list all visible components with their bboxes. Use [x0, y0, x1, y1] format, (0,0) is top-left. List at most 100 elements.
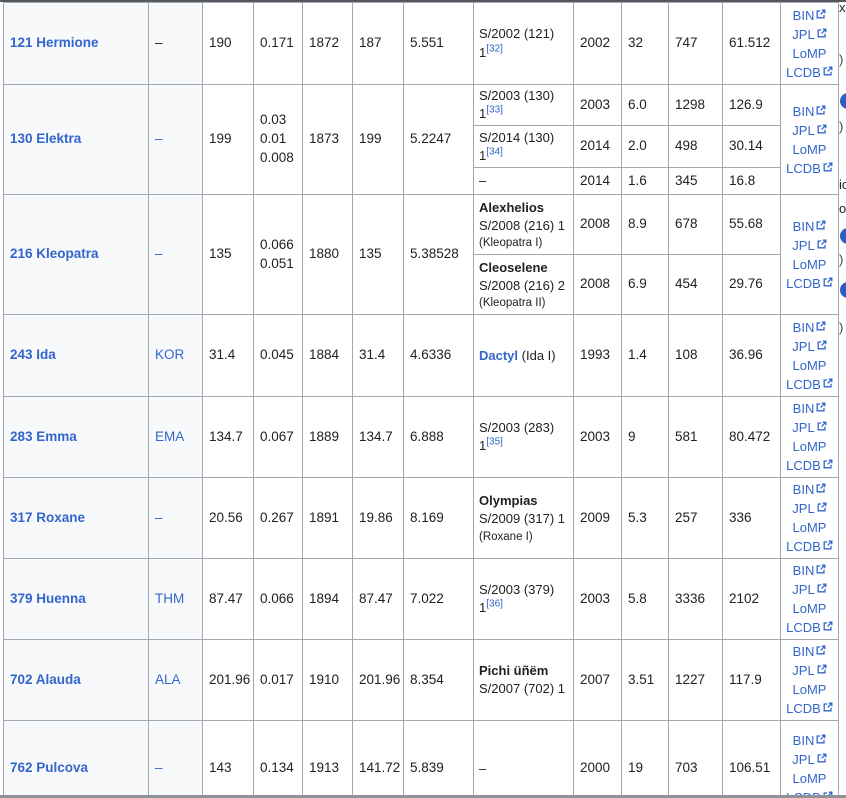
- cell-satellite-name: S/2014 (130) 1[34]: [474, 126, 574, 168]
- lomp-link[interactable]: LoMP: [793, 520, 827, 535]
- lomp-link[interactable]: LoMP: [793, 682, 827, 697]
- bin-link[interactable]: BIN: [793, 563, 827, 578]
- cell-family: –: [149, 478, 203, 559]
- lcdb-link[interactable]: LCDB: [786, 620, 833, 635]
- asteroid-link[interactable]: 216 Kleopatra: [10, 246, 99, 261]
- period-value: 4.6336: [410, 347, 451, 362]
- external-link-icon: [823, 66, 833, 76]
- diameter-value: 135: [209, 246, 232, 261]
- bin-link[interactable]: BIN: [793, 401, 827, 416]
- lcdb-link[interactable]: LCDB: [786, 377, 833, 392]
- bin-link[interactable]: BIN: [793, 104, 827, 119]
- year-value: 1884: [309, 347, 339, 362]
- cell-satellite-period: 30.14: [723, 126, 781, 168]
- family-value[interactable]: KOR: [155, 347, 184, 362]
- table-row: 283 Emma EMA 134.7 0.067 1889 134.7 6.88…: [4, 397, 839, 478]
- lcdb-link[interactable]: LCDB: [786, 276, 833, 291]
- external-link-icon: [816, 645, 826, 655]
- cell-satellite-size: 5.3: [622, 478, 669, 559]
- cell-diameter: 143: [203, 721, 254, 798]
- diameter2-value: 19.86: [359, 510, 393, 525]
- lomp-link[interactable]: LoMP: [793, 771, 827, 786]
- diameter2-value: 87.47: [359, 591, 393, 606]
- jpl-link[interactable]: JPL: [792, 420, 826, 435]
- cell-references: BIN JPL LoMP LCDB: [781, 559, 839, 640]
- jpl-link[interactable]: JPL: [792, 27, 826, 42]
- family-value[interactable]: –: [155, 131, 163, 146]
- external-link-icon: [816, 564, 826, 574]
- asteroid-link[interactable]: 317 Roxane: [10, 510, 85, 525]
- satellite-link[interactable]: Dactyl: [479, 348, 518, 363]
- cell-satellite-axis: 1227: [669, 640, 723, 721]
- asteroid-link[interactable]: 702 Alauda: [10, 672, 81, 687]
- cell-satellite-year: 2002: [574, 3, 622, 85]
- satellite-year: 2007: [580, 672, 610, 687]
- ratio-value: 0.017: [260, 671, 300, 690]
- bin-link[interactable]: BIN: [793, 8, 827, 23]
- lcdb-link[interactable]: LCDB: [786, 65, 833, 80]
- family-value[interactable]: –: [155, 760, 163, 775]
- cell-rotation-period: 5.551: [404, 3, 474, 85]
- ratio-value: 0.134: [260, 759, 300, 778]
- jpl-link[interactable]: JPL: [792, 582, 826, 597]
- cell-discovery-year: 1873: [303, 85, 353, 195]
- family-value[interactable]: THM: [155, 591, 184, 606]
- bin-link[interactable]: BIN: [793, 320, 827, 335]
- asteroid-link[interactable]: 762 Pulcova: [10, 760, 88, 775]
- jpl-link[interactable]: JPL: [792, 123, 826, 138]
- lcdb-link[interactable]: LCDB: [786, 161, 833, 176]
- asteroid-link[interactable]: 121 Hermione: [10, 35, 99, 50]
- lcdb-link[interactable]: LCDB: [786, 701, 833, 716]
- jpl-link[interactable]: JPL: [792, 752, 826, 767]
- bin-link[interactable]: BIN: [793, 482, 827, 497]
- diameter2-value: 201.96: [359, 672, 400, 687]
- family-value[interactable]: –: [155, 510, 163, 525]
- year-value: 1889: [309, 429, 339, 444]
- year-value: 1894: [309, 591, 339, 606]
- footnote-ref[interactable]: [35]: [486, 437, 503, 448]
- period-value: 5.38528: [410, 246, 459, 261]
- lomp-link[interactable]: LoMP: [793, 257, 827, 272]
- lcdb-link[interactable]: LCDB: [786, 539, 833, 554]
- lcdb-link[interactable]: LCDB: [786, 458, 833, 473]
- footnote-ref[interactable]: [32]: [486, 43, 503, 54]
- cell-discovery-year: 1910: [303, 640, 353, 721]
- asteroid-link[interactable]: 130 Elektra: [10, 131, 81, 146]
- lomp-link[interactable]: LoMP: [793, 358, 827, 373]
- satellite-name: Pichi üñëm: [479, 662, 571, 680]
- external-link-icon: [816, 734, 826, 744]
- satellite-designation: –: [479, 173, 486, 188]
- ratio-value: 0.01: [260, 130, 300, 149]
- bin-link[interactable]: BIN: [793, 644, 827, 659]
- cell-diameter-secondary: 201.96: [353, 640, 404, 721]
- footnote-ref[interactable]: [34]: [486, 147, 503, 158]
- jpl-link[interactable]: JPL: [792, 663, 826, 678]
- bin-link[interactable]: BIN: [793, 219, 827, 234]
- asteroid-link[interactable]: 283 Emma: [10, 429, 77, 444]
- satellite-size: 5.3: [628, 510, 647, 525]
- ratio-value: 0.267: [260, 509, 300, 528]
- asteroid-link[interactable]: 243 Ida: [10, 347, 56, 362]
- satellite-name: Alexhelios: [479, 199, 571, 217]
- bin-link[interactable]: BIN: [793, 733, 827, 748]
- cell-satellite-year: 2003: [574, 397, 622, 478]
- satellite-size: 3.51: [628, 672, 654, 687]
- satellite-period: 29.76: [729, 276, 763, 291]
- lomp-link[interactable]: LoMP: [793, 142, 827, 157]
- satellite-size: 8.9: [628, 216, 647, 231]
- edge-text-fragment: ): [839, 119, 843, 134]
- footnote-ref[interactable]: [33]: [486, 105, 503, 116]
- family-value[interactable]: –: [155, 246, 163, 261]
- family-value[interactable]: EMA: [155, 429, 184, 444]
- lomp-link[interactable]: LoMP: [793, 46, 827, 61]
- period-value: 5.551: [410, 35, 444, 50]
- lomp-link[interactable]: LoMP: [793, 601, 827, 616]
- cell-references: BIN JPL LoMP LCDB: [781, 195, 839, 315]
- footnote-ref[interactable]: [36]: [486, 599, 503, 610]
- family-value[interactable]: ALA: [155, 672, 181, 687]
- lomp-link[interactable]: LoMP: [793, 439, 827, 454]
- jpl-link[interactable]: JPL: [792, 501, 826, 516]
- jpl-link[interactable]: JPL: [792, 339, 826, 354]
- asteroid-link[interactable]: 379 Huenna: [10, 591, 86, 606]
- jpl-link[interactable]: JPL: [792, 238, 826, 253]
